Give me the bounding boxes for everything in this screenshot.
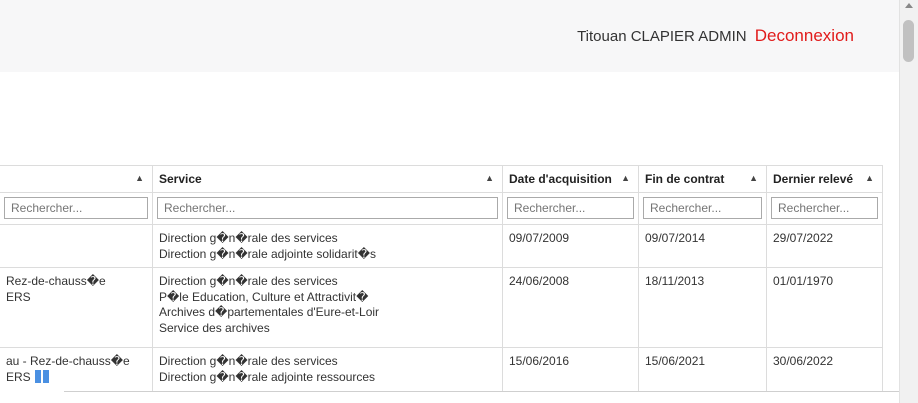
fin-contrat-cell: 09/07/2014 bbox=[638, 224, 767, 268]
column-header-date-acquisition[interactable]: Date d'acquisition ▲︎ bbox=[502, 165, 639, 193]
sort-icon[interactable]: ▲︎ bbox=[621, 173, 630, 183]
sort-icon[interactable]: ▲︎ bbox=[485, 173, 494, 183]
top-navbar: Titouan CLAPIER ADMIN Deconnexion bbox=[0, 0, 900, 72]
sort-icon[interactable]: ▲︎ bbox=[749, 173, 758, 183]
table-row[interactable]: Rez-de-chauss�e ERS Direction g�n�rale d… bbox=[0, 267, 883, 348]
sort-icon[interactable]: ▲︎ bbox=[865, 173, 874, 183]
user-name: Titouan CLAPIER ADMIN bbox=[577, 28, 747, 45]
date-acquisition-cell: 09/07/2009 bbox=[502, 224, 639, 268]
location-cell: Rez-de-chauss�e ERS bbox=[0, 267, 153, 348]
service-cell: Direction g�n�rale des services Directio… bbox=[152, 347, 503, 393]
column-header-service[interactable]: Service ▲︎ bbox=[152, 165, 503, 193]
scroll-up-icon[interactable] bbox=[905, 3, 913, 8]
table-row[interactable]: au - Rez-de-chauss�e ERS Direction g�n�r… bbox=[0, 347, 883, 393]
page-bottom bbox=[0, 392, 900, 403]
search-input-fin-contrat[interactable] bbox=[643, 197, 762, 219]
location-cell bbox=[0, 224, 153, 268]
dernier-releve-cell: 29/07/2022 bbox=[766, 224, 883, 268]
sort-icon[interactable]: ▲︎ bbox=[135, 173, 144, 183]
search-input-service[interactable] bbox=[157, 197, 498, 219]
scrollbar-thumb[interactable] bbox=[903, 20, 914, 62]
table-row[interactable]: Direction g�n�rale des services Directio… bbox=[0, 224, 883, 268]
column-header-dernier-releve[interactable]: Dernier relevé ▲︎ bbox=[766, 165, 883, 193]
search-input-dernier-releve[interactable] bbox=[771, 197, 878, 219]
column-header-fin-contrat[interactable]: Fin de contrat ▲︎ bbox=[638, 165, 767, 193]
book-icon[interactable] bbox=[34, 369, 49, 383]
date-acquisition-cell: 24/06/2008 bbox=[502, 267, 639, 348]
service-cell: Direction g�n�rale des services Directio… bbox=[152, 224, 503, 268]
filter-row bbox=[0, 192, 883, 225]
vertical-scrollbar[interactable] bbox=[899, 0, 918, 403]
service-cell: Direction g�n�rale des services P�le Edu… bbox=[152, 267, 503, 348]
header-row: ▲︎ Service ▲︎ Date d'acquisition ▲︎ Fin de… bbox=[0, 165, 883, 193]
dernier-releve-cell: 01/01/1970 bbox=[766, 267, 883, 348]
location-cell: au - Rez-de-chauss�e ERS bbox=[0, 347, 153, 393]
divider bbox=[64, 391, 900, 392]
fin-contrat-cell: 15/06/2021 bbox=[638, 347, 767, 393]
logout-link[interactable]: Deconnexion bbox=[755, 26, 854, 45]
user-area: Titouan CLAPIER ADMIN Deconnexion bbox=[577, 26, 854, 46]
column-header-location[interactable]: ▲︎ bbox=[0, 165, 153, 193]
date-acquisition-cell: 15/06/2016 bbox=[502, 347, 639, 393]
search-input-date-acquisition[interactable] bbox=[507, 197, 634, 219]
search-input-location[interactable] bbox=[4, 197, 148, 219]
equipment-table: ▲︎ Service ▲︎ Date d'acquisition ▲︎ Fin de… bbox=[0, 165, 883, 393]
dernier-releve-cell: 30/06/2022 bbox=[766, 347, 883, 393]
fin-contrat-cell: 18/11/2013 bbox=[638, 267, 767, 348]
